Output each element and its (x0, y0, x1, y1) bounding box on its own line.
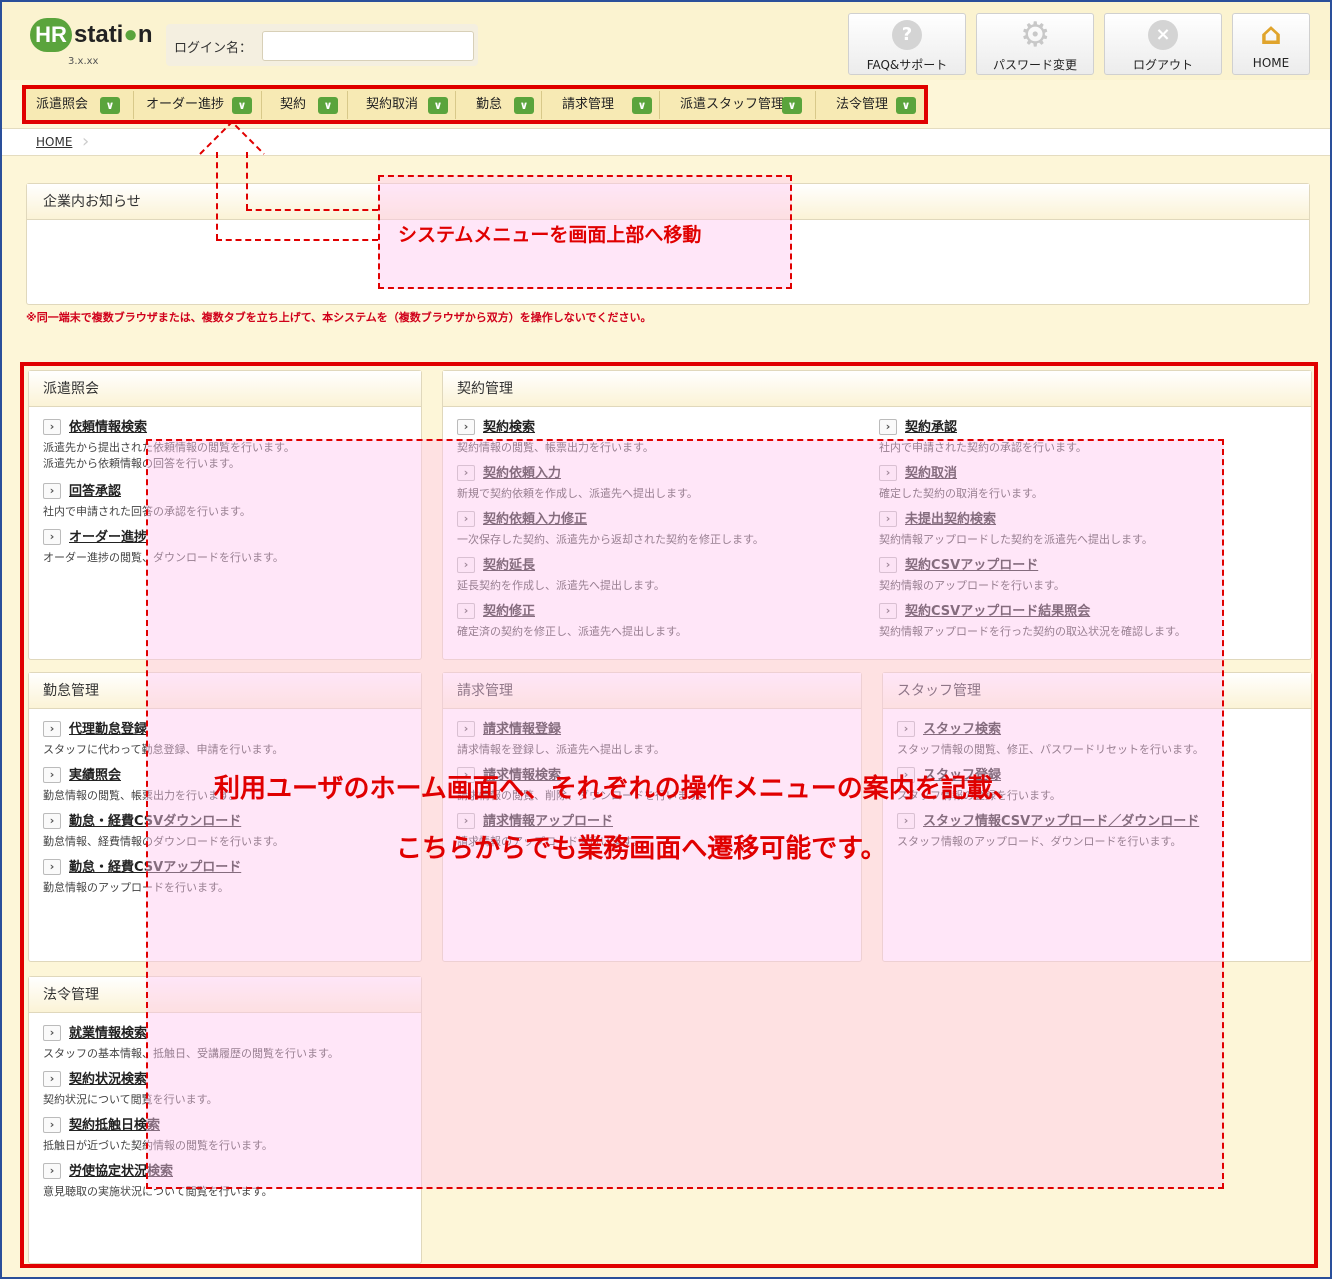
app-header: HR stati●n 3.x.xx ログイン名： ? FAQ&サポート ⚙ パス… (2, 0, 1330, 80)
chevron-down-icon: ∨ (514, 97, 534, 114)
menu-item-haken-staff[interactable]: 派遣スタッフ管理 ∨ (670, 91, 816, 119)
logo-hr-badge: HR (30, 18, 72, 52)
login-label: ログイン名： (174, 41, 253, 56)
entry-link[interactable]: 依頼情報検索 (69, 420, 147, 435)
faq-support-label: FAQ&サポート (866, 58, 948, 72)
chevron-down-icon: ∨ (232, 97, 252, 114)
chevron-right-icon: › (43, 529, 61, 545)
annotation-text-top: システムメニューを画面上部へ移動 (398, 224, 702, 246)
breadcrumb-home-link[interactable]: HOME (36, 135, 72, 149)
logout-label: ログアウト (1132, 58, 1193, 72)
entry-link[interactable]: 回答承認 (69, 484, 121, 499)
entry-link[interactable]: 就業情報検索 (69, 1026, 147, 1041)
chevron-right-icon: › (43, 1117, 61, 1133)
arrow-up-icon (199, 120, 265, 155)
connector-line (246, 152, 248, 210)
faq-support-button[interactable]: ? FAQ&サポート (848, 13, 966, 75)
panel-title: 派遣照会 (29, 371, 421, 407)
panel-title: 契約管理 (443, 371, 1311, 407)
logo-dot: ● (123, 21, 138, 48)
menu-label: 派遣照会 (36, 97, 89, 112)
home-icon: ⌂ (1260, 17, 1282, 52)
chevron-right-icon: › (43, 859, 61, 875)
menu-label: 派遣スタッフ管理 (680, 97, 785, 112)
menu-label: 法令管理 (836, 97, 889, 112)
annotation-area-main (146, 439, 1224, 1189)
connector-line (216, 239, 378, 241)
entry-link[interactable]: 契約検索 (483, 420, 535, 435)
chevron-right-icon: › (43, 767, 61, 783)
menu-label: 契約取消 (366, 97, 419, 112)
entry-link[interactable]: 代理勤怠登録 (69, 722, 147, 737)
home-button[interactable]: ⌂ HOME (1232, 13, 1310, 75)
annotation-text-line1: 利用ユーザのホーム画面へ、それぞれの操作メニューの案内を記載、 (214, 774, 1019, 804)
logo-station-text: stati●n (74, 18, 153, 52)
entry-link[interactable]: 契約状況検索 (69, 1072, 147, 1087)
menu-item-horei[interactable]: 法令管理 ∨ (826, 91, 922, 119)
logout-button[interactable]: × ログアウト (1104, 13, 1222, 75)
home-label: HOME (1252, 56, 1290, 70)
login-name-field[interactable] (262, 31, 474, 61)
entry-link[interactable]: オーダー進捗 (69, 530, 147, 545)
logo-text-a: stati (74, 21, 124, 48)
menu-item-keiyaku[interactable]: 契約 ∨ (270, 91, 348, 119)
menu-item-seikyu[interactable]: 請求管理 ∨ (552, 91, 660, 119)
password-change-button[interactable]: ⚙ パスワード変更 (976, 13, 1094, 75)
multi-browser-warning: ※同一端末で複数ブラウザまたは、複数タブを立ち上げて、本システムを（複数ブラウザ… (26, 311, 652, 324)
question-icon: ? (892, 20, 922, 50)
chevron-down-icon: ∨ (428, 97, 448, 114)
chevron-right-icon: › (879, 419, 897, 435)
menu-label: 勤怠 (476, 97, 503, 112)
annotation-text-line2: こちらからでも業務画面へ遷移可能です。 (396, 834, 887, 864)
chevron-down-icon: ∨ (318, 97, 338, 114)
entry-link[interactable]: 契約承認 (905, 420, 957, 435)
chevron-right-icon: › (457, 419, 475, 435)
chevron-right-icon: › (43, 483, 61, 499)
chevron-down-icon: ∨ (782, 97, 802, 114)
connector-line (216, 152, 218, 240)
hrstation-logo[interactable]: HR stati●n 3.x.xx (30, 16, 153, 67)
logout-icon: × (1148, 20, 1178, 50)
password-change-label: パスワード変更 (992, 58, 1077, 72)
version-label: 3.x.xx (68, 56, 99, 67)
breadcrumb-separator-icon: › (82, 131, 90, 152)
menu-item-kintai[interactable]: 勤怠 ∨ (466, 91, 542, 119)
chevron-down-icon: ∨ (632, 97, 652, 114)
entry-link[interactable]: 実績照会 (69, 768, 121, 783)
chevron-down-icon: ∨ (896, 97, 916, 114)
chevron-right-icon: › (43, 419, 61, 435)
chevron-right-icon: › (43, 1025, 61, 1041)
chevron-down-icon: ∨ (100, 97, 120, 114)
connector-line (246, 209, 378, 211)
menu-item-keiyaku-torikeshi[interactable]: 契約取消 ∨ (356, 91, 456, 119)
menu-label: オーダー進捗 (146, 97, 225, 112)
chevron-right-icon: › (43, 1071, 61, 1087)
system-menu-bar: 派遣照会 ∨ オーダー進捗 ∨ 契約 ∨ 契約取消 ∨ 勤怠 ∨ 請求管理 ∨ 派遣スタッフ… (22, 85, 928, 124)
gear-icon: ⚙ (1020, 15, 1051, 55)
menu-label: 請求管理 (562, 97, 615, 112)
chevron-right-icon: › (43, 813, 61, 829)
chevron-right-icon: › (43, 1163, 61, 1179)
menu-item-haken-shokai[interactable]: 派遣照会 ∨ (26, 91, 134, 119)
menu-item-order-progress[interactable]: オーダー進捗 ∨ (136, 91, 262, 119)
chevron-right-icon: › (43, 721, 61, 737)
logo-text-c: n (137, 21, 153, 48)
menu-label: 契約 (280, 97, 307, 112)
